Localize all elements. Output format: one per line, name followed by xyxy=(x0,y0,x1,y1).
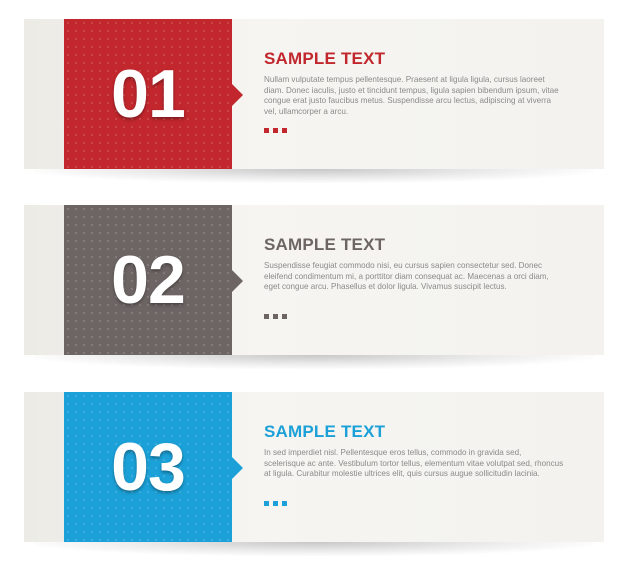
arrow-pointer-icon xyxy=(232,270,243,292)
banner-02: 02 SAMPLE TEXT Suspendisse feugiat commo… xyxy=(24,205,604,369)
three-dots-icon xyxy=(264,314,287,319)
banner-title: SAMPLE TEXT xyxy=(264,49,386,68)
banner-03: 03 SAMPLE TEXT In sed imperdiet nisl. Pe… xyxy=(24,392,604,556)
banner-number: 01 xyxy=(111,56,186,132)
banner-shadow xyxy=(34,542,594,556)
three-dots-icon xyxy=(264,501,287,506)
three-dots-icon xyxy=(264,128,287,133)
banner-01: 01 SAMPLE TEXT Nullam vulputate tempus p… xyxy=(24,19,604,183)
banner-number: 03 xyxy=(111,429,186,505)
number-tile: 01 xyxy=(64,19,243,169)
arrow-pointer-icon xyxy=(232,84,243,106)
number-tile: 03 xyxy=(64,392,243,542)
banner-body-text: Suspendisse feugiat commodo nisi, eu cur… xyxy=(264,261,549,292)
number-tile: 02 xyxy=(64,205,243,355)
banner-number: 02 xyxy=(111,242,186,318)
banner-title: SAMPLE TEXT xyxy=(264,235,386,254)
banner-shadow xyxy=(34,169,594,183)
banner-body-text: Nullam vulputate tempus pellentesque. Pr… xyxy=(264,75,559,117)
banner-body-text: In sed imperdiet nisl. Pellentesque eros… xyxy=(264,448,564,479)
banner-title: SAMPLE TEXT xyxy=(264,422,386,441)
arrow-pointer-icon xyxy=(232,457,243,479)
banner-shadow xyxy=(34,355,594,369)
